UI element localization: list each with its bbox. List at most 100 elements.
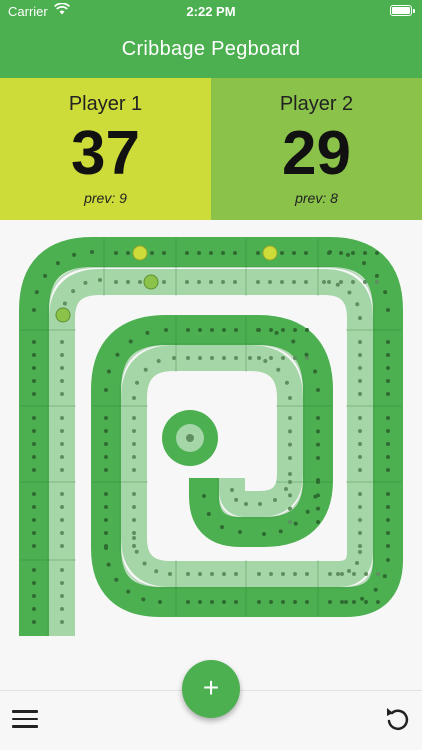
peg-hole bbox=[198, 572, 202, 576]
peg-hole bbox=[288, 456, 292, 460]
peg-hole bbox=[283, 487, 288, 491]
peg-hole bbox=[32, 620, 36, 624]
peg-hole bbox=[210, 572, 214, 576]
player1-peg-front[interactable] bbox=[132, 245, 148, 261]
player2-score: 29 bbox=[282, 119, 351, 188]
peg-hole bbox=[60, 468, 64, 472]
peg-hole bbox=[386, 455, 390, 459]
player2-peg-back[interactable] bbox=[55, 307, 71, 323]
peg-hole bbox=[62, 301, 67, 306]
peg-hole bbox=[268, 280, 272, 284]
peg-hole bbox=[132, 442, 136, 446]
peg-hole bbox=[364, 572, 368, 576]
peg-hole bbox=[197, 280, 201, 284]
clock: 2:22 PM bbox=[186, 4, 236, 19]
peg-hole bbox=[351, 280, 355, 284]
peg-hole bbox=[197, 251, 201, 255]
peg-hole bbox=[60, 340, 64, 344]
peg-hole bbox=[198, 600, 202, 604]
peg-hole bbox=[386, 366, 390, 370]
peg-hole bbox=[222, 572, 226, 576]
peg-hole bbox=[355, 561, 360, 565]
menu-icon[interactable] bbox=[12, 710, 38, 730]
peg-hole bbox=[60, 492, 64, 496]
player1-score-panel[interactable]: Player 1 37 prev: 9 bbox=[0, 78, 211, 220]
peg-hole bbox=[386, 544, 390, 548]
player1-prev-score: prev: 9 bbox=[84, 190, 127, 206]
peg-hole bbox=[362, 261, 367, 266]
peg-hole bbox=[132, 492, 136, 496]
peg-hole bbox=[132, 536, 136, 540]
peg-hole bbox=[134, 549, 139, 554]
peg-hole bbox=[138, 280, 142, 284]
peg-hole bbox=[132, 544, 136, 548]
player2-peg-front[interactable] bbox=[262, 245, 278, 261]
peg-hole bbox=[374, 273, 379, 278]
peg-hole bbox=[316, 520, 320, 524]
player2-score-panel[interactable]: Player 2 29 prev: 8 bbox=[211, 78, 422, 220]
peg-hole bbox=[386, 518, 390, 522]
peg-hole bbox=[364, 600, 368, 604]
player1-peg-back[interactable] bbox=[143, 274, 159, 290]
peg-hole bbox=[258, 502, 262, 506]
peg-hole bbox=[145, 330, 150, 335]
peg-hole bbox=[60, 416, 64, 420]
peg-hole bbox=[269, 328, 273, 332]
peg-hole bbox=[363, 251, 367, 255]
peg-hole bbox=[132, 429, 136, 433]
cribbage-board[interactable] bbox=[0, 226, 422, 650]
peg-hole bbox=[210, 328, 214, 332]
peg-hole bbox=[263, 359, 268, 364]
peg-hole bbox=[60, 366, 64, 370]
peg-hole bbox=[328, 250, 332, 254]
peg-hole bbox=[55, 261, 60, 266]
peg-hole bbox=[305, 328, 309, 332]
peg-hole bbox=[60, 442, 64, 446]
peg-hole bbox=[288, 520, 292, 524]
peg-hole bbox=[132, 455, 136, 459]
peg-hole bbox=[281, 572, 285, 576]
peg-hole bbox=[206, 512, 211, 516]
peg-hole bbox=[386, 505, 390, 509]
peg-hole bbox=[60, 594, 64, 598]
peg-hole bbox=[126, 251, 130, 255]
peg-hole bbox=[386, 429, 390, 433]
peg-hole bbox=[43, 273, 48, 278]
peg-hole bbox=[257, 356, 261, 360]
peg-hole bbox=[358, 505, 362, 509]
peg-hole bbox=[347, 569, 351, 574]
peg-hole bbox=[316, 416, 320, 420]
peg-hole bbox=[316, 429, 320, 434]
peg-hole bbox=[209, 280, 213, 284]
peg-hole bbox=[248, 356, 252, 360]
peg-hole bbox=[288, 506, 292, 511]
peg-hole bbox=[32, 308, 36, 312]
add-points-button[interactable]: + bbox=[182, 660, 240, 718]
peg-hole bbox=[386, 308, 390, 312]
peg-hole bbox=[288, 472, 292, 476]
peg-hole bbox=[221, 251, 225, 255]
peg-hole bbox=[114, 577, 119, 582]
peg-hole bbox=[293, 328, 297, 332]
peg-hole bbox=[339, 280, 343, 284]
peg-hole bbox=[375, 251, 379, 255]
undo-icon[interactable] bbox=[384, 704, 410, 732]
peg-hole bbox=[358, 468, 362, 472]
peg-hole bbox=[32, 518, 36, 522]
peg-hole bbox=[244, 502, 248, 506]
peg-hole bbox=[32, 340, 36, 344]
peg-hole bbox=[316, 478, 320, 482]
peg-hole bbox=[358, 416, 362, 420]
peg-hole bbox=[114, 280, 118, 284]
peg-hole bbox=[292, 251, 296, 255]
peg-hole bbox=[164, 328, 168, 332]
peg-hole bbox=[230, 488, 234, 492]
peg-hole bbox=[234, 356, 238, 360]
peg-hole bbox=[233, 251, 237, 255]
app-title: Cribbage Pegboard bbox=[0, 24, 422, 78]
peg-hole bbox=[185, 280, 189, 284]
peg-hole bbox=[305, 572, 309, 576]
battery-tip bbox=[413, 9, 415, 13]
peg-hole bbox=[352, 600, 356, 604]
peg-hole bbox=[358, 550, 362, 554]
